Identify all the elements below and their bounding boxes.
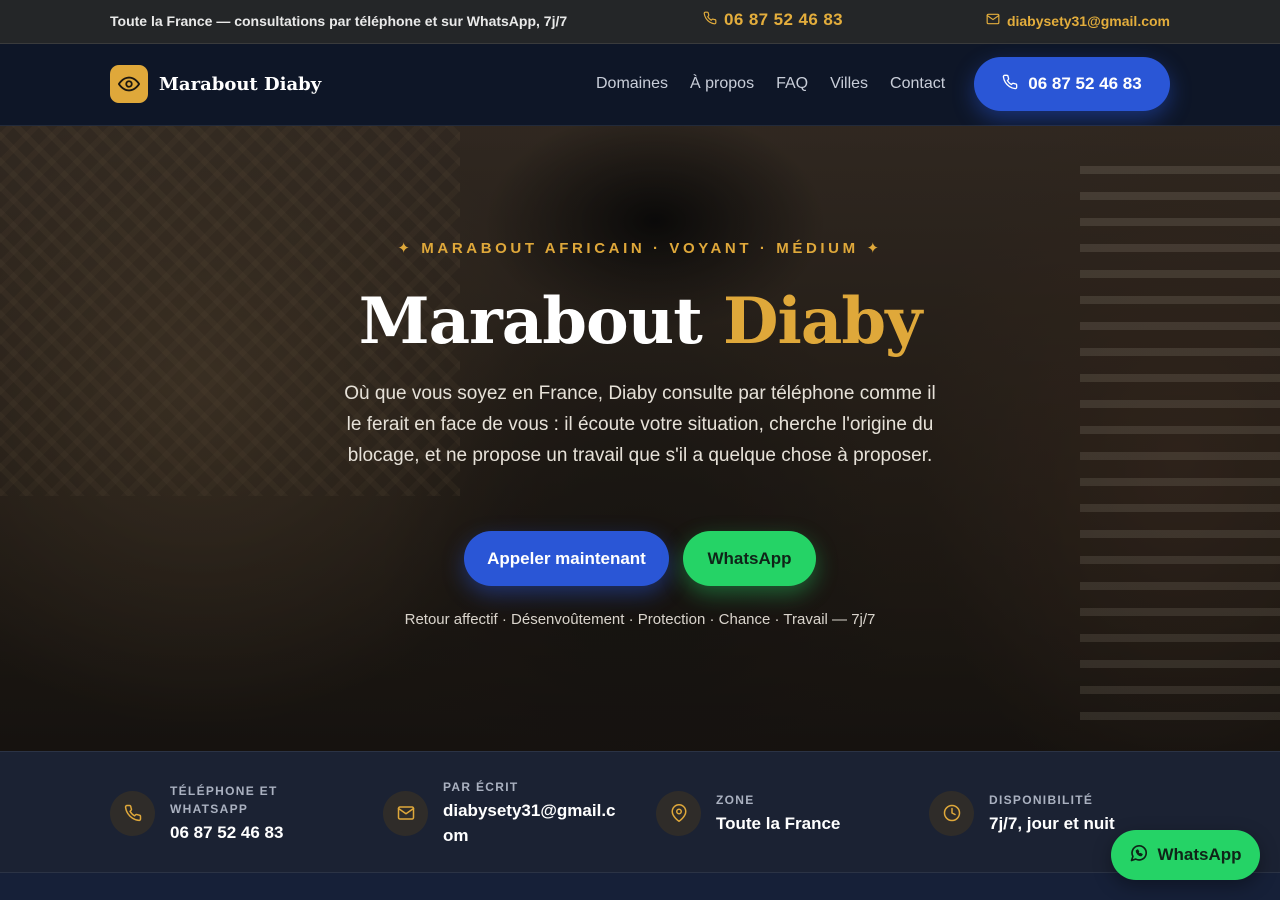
main-navbar: Marabout Diaby Domaines À propos FAQ Vil… bbox=[0, 44, 1280, 126]
location-pin-icon bbox=[656, 790, 701, 836]
hero-section: ✦ MARABOUT AFRICAIN · VOYANT · MÉDIUM ✦ … bbox=[0, 126, 1280, 751]
call-now-button[interactable]: Appeler maintenant bbox=[464, 531, 669, 586]
hero-title-first: Marabout bbox=[358, 284, 703, 359]
next-section-edge bbox=[0, 873, 1280, 900]
nav-call-button[interactable]: 06 87 52 46 83 bbox=[974, 57, 1170, 111]
brand-name: Marabout Diaby bbox=[159, 73, 322, 95]
phone-icon bbox=[1002, 74, 1018, 95]
floating-whatsapp-button[interactable]: WhatsApp bbox=[1111, 830, 1260, 880]
mail-icon bbox=[383, 790, 428, 836]
hero-services: Retour affectif · Désenvoûtement · Prote… bbox=[404, 611, 876, 628]
top-bar: Toute la France — consultations par télé… bbox=[0, 0, 1280, 44]
info-email-value: diabysety31@gmail.com bbox=[443, 801, 616, 845]
nav-link-a-propos[interactable]: À propos bbox=[690, 75, 754, 93]
nav-link-contact[interactable]: Contact bbox=[890, 75, 945, 93]
clock-icon bbox=[929, 790, 974, 836]
topbar-phone-text: 06 87 52 46 83 bbox=[724, 10, 844, 29]
eye-icon bbox=[110, 65, 148, 103]
topbar-email-link[interactable]: diabysety31@gmail.com bbox=[986, 12, 1170, 29]
hero-lead: Où que vous soyez en France, Diaby consu… bbox=[344, 383, 936, 466]
nav-link-faq[interactable]: FAQ bbox=[776, 75, 808, 93]
contact-info-strip: TÉLÉPHONE ET WHATSAPP 06 87 52 46 83 PAR… bbox=[0, 751, 1280, 873]
info-availability-value: 7j/7, jour et nuit bbox=[989, 813, 1115, 833]
info-phone-value: 06 87 52 46 83 bbox=[170, 822, 284, 842]
nav-links: Domaines À propos FAQ Villes Contact bbox=[596, 75, 945, 93]
info-phone-label: TÉLÉPHONE ET WHATSAPP bbox=[170, 783, 278, 816]
topbar-email-text: diabysety31@gmail.com bbox=[1006, 12, 1170, 29]
info-email-label: PAR ÉCRIT bbox=[443, 780, 519, 794]
info-zone-label: ZONE bbox=[716, 792, 755, 807]
site-logo[interactable]: Marabout Diaby bbox=[110, 65, 321, 103]
nav-link-domaines[interactable]: Domaines bbox=[596, 75, 668, 93]
topbar-tagline: Toute la France — consultations par télé… bbox=[110, 13, 568, 29]
info-phone[interactable]: TÉLÉPHONE ET WHATSAPP 06 87 52 46 83 bbox=[110, 752, 350, 874]
info-zone: ZONE Toute la France bbox=[656, 752, 906, 874]
mail-icon bbox=[986, 12, 1000, 29]
whatsapp-button[interactable]: WhatsApp bbox=[683, 531, 816, 586]
hero-title-second: Diaby bbox=[723, 284, 922, 359]
nav-call-button-label: 06 87 52 46 83 bbox=[1028, 74, 1142, 93]
whatsapp-icon bbox=[1129, 843, 1149, 868]
floating-whatsapp-label: WhatsApp bbox=[1157, 845, 1242, 864]
hero-eyebrow: ✦ MARABOUT AFRICAIN · VOYANT · MÉDIUM ✦ bbox=[397, 240, 883, 257]
info-email[interactable]: PAR ÉCRIT diabysety31@gmail.com bbox=[383, 752, 633, 874]
info-zone-value: Toute la France bbox=[716, 813, 841, 833]
info-availability-label: DISPONIBILITÉ bbox=[989, 792, 1094, 807]
phone-icon bbox=[110, 790, 155, 836]
nav-link-villes[interactable]: Villes bbox=[830, 75, 868, 93]
hero-title: Marabout Diaby bbox=[0, 282, 1280, 362]
phone-icon bbox=[703, 10, 717, 30]
topbar-phone-link[interactable]: 06 87 52 46 83 bbox=[703, 10, 843, 30]
